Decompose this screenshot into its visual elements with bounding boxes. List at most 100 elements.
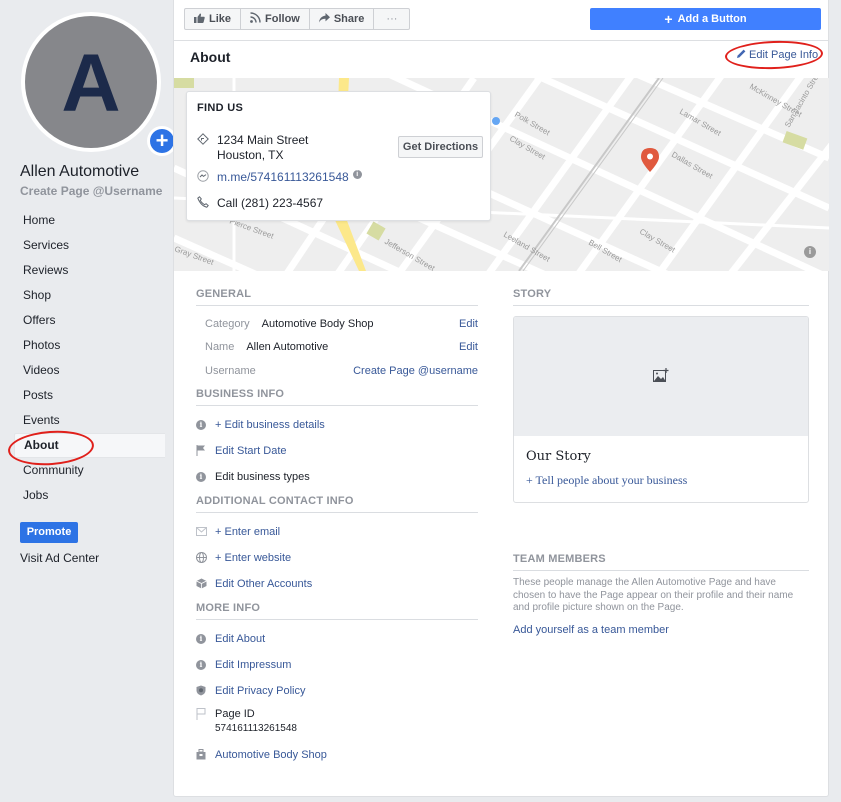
sidebar-item-photos[interactable]: Photos bbox=[14, 333, 165, 358]
team-members-heading: TEAM MEMBERS bbox=[513, 553, 606, 565]
edit-start-date-row[interactable]: Edit Start Date bbox=[196, 438, 478, 464]
category-link-row[interactable]: Automotive Body Shop bbox=[196, 742, 478, 768]
page-id-value: 574161113261548 bbox=[215, 722, 297, 734]
avatar-placeholder: A bbox=[25, 16, 157, 148]
plus-icon: + bbox=[150, 129, 174, 153]
edit-business-types-row[interactable]: i Edit business types bbox=[196, 464, 478, 490]
sidebar-item-community[interactable]: Community bbox=[14, 458, 165, 483]
edit-other-accounts-link[interactable]: Edit Other Accounts bbox=[215, 578, 312, 590]
additional-contact-heading: ADDITIONAL CONTACT INFO bbox=[196, 494, 354, 507]
briefcase-icon bbox=[196, 749, 215, 760]
add-a-button[interactable]: + Add a Button bbox=[590, 8, 821, 30]
edit-page-info-link[interactable]: Edit Page Info bbox=[737, 49, 818, 61]
sidebar-item-about[interactable]: About bbox=[14, 433, 165, 458]
edit-about-link[interactable]: Edit About bbox=[215, 633, 265, 645]
enter-email-row[interactable]: + Enter email bbox=[196, 519, 478, 545]
pencil-icon bbox=[737, 49, 746, 61]
globe-icon bbox=[196, 552, 215, 563]
edit-business-types-link[interactable]: Edit business types bbox=[215, 471, 310, 483]
edit-about-row[interactable]: i Edit About bbox=[196, 626, 478, 652]
create-username-link[interactable]: Create Page @username bbox=[353, 365, 478, 377]
promote-button[interactable]: Promote bbox=[20, 522, 78, 543]
like-button[interactable]: Like bbox=[185, 9, 242, 29]
create-username-link[interactable]: Create Page @Username bbox=[20, 184, 162, 198]
name-label: Name bbox=[205, 341, 235, 354]
plus-icon: + bbox=[664, 11, 673, 27]
sidebar-item-services[interactable]: Services bbox=[14, 233, 165, 258]
like-label: Like bbox=[209, 13, 232, 25]
edit-impressum-row[interactable]: i Edit Impressum bbox=[196, 652, 478, 678]
edit-name-link[interactable]: Edit bbox=[459, 341, 478, 353]
sidebar-item-events[interactable]: Events bbox=[14, 408, 165, 433]
page-id-row: Page ID 574161113261548 bbox=[196, 704, 478, 742]
sidebar-item-home[interactable]: Home bbox=[14, 208, 165, 233]
edit-business-details-link[interactable]: + Edit business details bbox=[215, 419, 325, 431]
add-team-member-link[interactable]: Add yourself as a team member bbox=[513, 624, 809, 636]
section-title: About bbox=[190, 49, 231, 65]
name-row: Name Allen Automotive Edit bbox=[196, 336, 478, 360]
shield-icon bbox=[196, 685, 215, 696]
visit-ad-center-link[interactable]: Visit Ad Center bbox=[20, 551, 99, 565]
sidebar-item-videos[interactable]: Videos bbox=[14, 358, 165, 383]
about-page-card: Like Follow Share ··· + Add a Button Abo… bbox=[173, 0, 829, 797]
edit-other-accounts-row[interactable]: Edit Other Accounts bbox=[196, 571, 478, 597]
map-attribution-icon[interactable]: i bbox=[804, 246, 816, 258]
team-members-description: These people manage the Allen Automotive… bbox=[513, 577, 794, 613]
enter-website-row[interactable]: + Enter website bbox=[196, 545, 478, 571]
add-button-label: Add a Button bbox=[677, 13, 747, 25]
divider bbox=[196, 305, 478, 306]
name-value: Allen Automotive bbox=[246, 341, 329, 354]
thumbs-up-icon bbox=[194, 13, 205, 26]
username-label: Username bbox=[205, 364, 256, 377]
enter-email-link[interactable]: + Enter email bbox=[215, 526, 280, 538]
divider bbox=[196, 618, 478, 620]
edit-impressum-link[interactable]: Edit Impressum bbox=[215, 659, 291, 671]
phone-number[interactable]: Call (281) 223-4567 bbox=[217, 196, 323, 210]
sidebar-nav: Home Services Reviews Shop Offers Photos… bbox=[14, 208, 165, 508]
edit-start-date-link[interactable]: Edit Start Date bbox=[215, 445, 287, 457]
sidebar-item-shop[interactable]: Shop bbox=[14, 283, 165, 308]
messenger-link[interactable]: m.me/574161113261548 bbox=[217, 170, 349, 184]
profile-picture[interactable]: A + bbox=[21, 12, 177, 156]
info-icon: i bbox=[196, 633, 206, 644]
phone-row: Call (281) 223-4567 bbox=[197, 196, 323, 210]
story-title: Our Story bbox=[526, 449, 591, 464]
find-us-card: FIND US 1234 Main Street Houston, TX Get… bbox=[186, 91, 491, 221]
story-heading: STORY bbox=[513, 288, 552, 300]
edit-category-link[interactable]: Edit bbox=[459, 318, 478, 330]
page-id-label: Page ID bbox=[215, 707, 255, 720]
share-label: Share bbox=[333, 13, 365, 25]
info-icon: i bbox=[196, 659, 206, 670]
share-arrow-icon bbox=[318, 12, 330, 26]
messenger-row: m.me/574161113261548 i bbox=[197, 170, 362, 184]
address-line-1: 1234 Main Street bbox=[217, 133, 309, 147]
tell-about-business-link[interactable]: + Tell people about your business bbox=[526, 473, 808, 488]
address-row: 1234 Main Street Houston, TX bbox=[197, 133, 308, 162]
share-button[interactable]: Share bbox=[310, 9, 375, 29]
sidebar-item-jobs[interactable]: Jobs bbox=[14, 483, 165, 508]
location-map[interactable]: McKinney Street Polk Street Lamar Street… bbox=[174, 78, 829, 271]
find-us-title: FIND US bbox=[197, 102, 244, 114]
ellipsis-icon: ··· bbox=[386, 13, 398, 25]
sidebar-item-posts[interactable]: Posts bbox=[14, 383, 165, 408]
edit-business-details-row[interactable]: i + Edit business details bbox=[196, 412, 478, 438]
sidebar-item-reviews[interactable]: Reviews bbox=[14, 258, 165, 283]
username-row: Username Create Page @username bbox=[196, 359, 478, 383]
divider bbox=[196, 511, 478, 513]
add-story-photo-area[interactable] bbox=[514, 317, 808, 436]
more-options-button[interactable]: ··· bbox=[374, 9, 409, 29]
follow-button[interactable]: Follow bbox=[241, 9, 310, 29]
story-card[interactable]: Our Story + Tell people about your busin… bbox=[513, 316, 809, 503]
cube-icon bbox=[196, 578, 215, 589]
info-icon: i bbox=[196, 419, 206, 430]
sidebar-item-offers[interactable]: Offers bbox=[14, 308, 165, 333]
get-directions-button[interactable]: Get Directions bbox=[398, 136, 483, 158]
info-icon[interactable]: i bbox=[352, 170, 362, 179]
edit-privacy-policy-link[interactable]: Edit Privacy Policy bbox=[215, 685, 305, 697]
enter-website-link[interactable]: + Enter website bbox=[215, 552, 291, 564]
header-divider bbox=[174, 40, 828, 41]
edit-privacy-policy-row[interactable]: Edit Privacy Policy bbox=[196, 678, 478, 704]
edit-page-info-label: Edit Page Info bbox=[749, 49, 819, 61]
avatar-letter: A bbox=[61, 38, 121, 129]
category-link[interactable]: Automotive Body Shop bbox=[215, 749, 327, 761]
